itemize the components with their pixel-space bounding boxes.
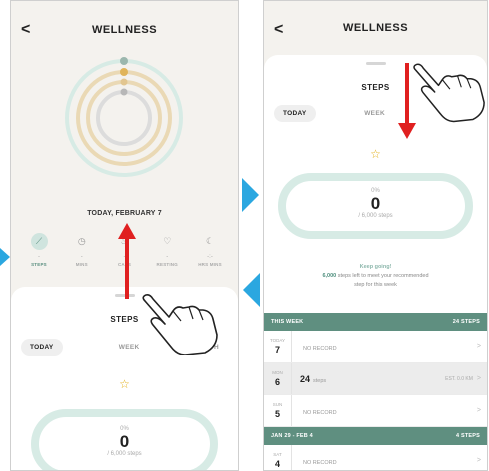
swipe-up-arrow	[118, 223, 136, 299]
sheet-drag-handle[interactable]	[365, 62, 386, 65]
steps-goal: / 6,000 steps	[107, 451, 142, 457]
metric-value: -	[38, 254, 40, 260]
row-value: NO RECORD	[292, 406, 473, 416]
section-total: 4 STEPS	[455, 433, 480, 439]
metric-steps[interactable]: ⟋ - STEPS	[19, 233, 59, 267]
row-note: NO RECORD	[303, 345, 337, 352]
shoe-icon: ⟋	[30, 233, 48, 250]
back-button[interactable]: <	[21, 21, 30, 39]
steps-count: 0	[370, 194, 381, 213]
page-title: WELLNESS	[91, 24, 158, 36]
heart-icon: ♡	[163, 236, 172, 246]
chevron-right-icon: >	[476, 457, 481, 464]
metric-sleep[interactable]: ☾ -:- HRS MINS	[190, 233, 230, 267]
metric-resting[interactable]: ♡ - RESTING	[147, 233, 187, 267]
date-label: TODAY, FEBRUARY 7	[87, 210, 162, 217]
day-number: 6	[274, 377, 280, 387]
day-name: SAT	[273, 452, 282, 457]
distance-estimate: EST. 0.0 KM	[445, 375, 473, 382]
list-item[interactable]: TODAY 7 NO RECORD >	[264, 331, 487, 363]
tab-today[interactable]: TODAY	[274, 105, 316, 122]
tab-today[interactable]: TODAY	[21, 339, 63, 356]
encouragement-text: Keep going! 6,000 steps left to meet you…	[278, 263, 473, 290]
section-header-prev-week: JAN 29 - FEB 4 4 STEPS	[264, 427, 487, 445]
left-phone-screen: < WELLNESS TODAY, FEBRUARY 7 ⟋ - STEPS ◷…	[10, 0, 239, 471]
moon-icon	[120, 88, 128, 96]
shoe-icon	[120, 57, 128, 65]
row-note: NO RECORD	[303, 459, 337, 466]
section-name: THIS WEEK	[271, 319, 304, 325]
back-button[interactable]: <	[274, 21, 283, 39]
steps-ring	[65, 59, 183, 177]
day-name: SUN	[272, 402, 283, 407]
encouragement-line-1: steps left to meet your recommended	[337, 273, 429, 279]
list-item[interactable]: SUN 5 NO RECORD >	[264, 395, 487, 427]
top-bar: < WELLNESS	[264, 1, 487, 55]
day-cell: MON 6	[264, 363, 292, 394]
page-title: WELLNESS	[342, 22, 409, 34]
encouragement-line-2: step for this week	[354, 282, 397, 288]
hand-pointer-icon	[413, 63, 485, 123]
list-item[interactable]: MON 6 24 steps EST. 0.0 KM >	[264, 363, 487, 395]
previous-step-indicator	[243, 273, 260, 307]
moon-icon: ☾	[205, 236, 215, 246]
day-number: 4	[274, 459, 280, 469]
clock-icon	[120, 68, 128, 76]
section-header-this-week: THIS WEEK 24 STEPS	[264, 313, 487, 331]
steps-pointer-indicator	[0, 248, 10, 266]
metric-mins[interactable]: ◷ - MINS	[62, 233, 102, 267]
clock-icon: ◷	[77, 236, 86, 246]
steps-progress-pill: 0% 0 / 6,000 steps	[31, 409, 218, 470]
day-name: MON	[272, 370, 283, 375]
sleep-ring	[96, 90, 152, 146]
section-name: JAN 29 - FEB 4	[271, 433, 313, 439]
metric-value: -	[166, 254, 169, 260]
row-value: NO RECORD	[292, 342, 473, 352]
day-name: TODAY	[269, 338, 286, 343]
row-note: NO RECORD	[303, 409, 337, 416]
chevron-right-icon: >	[476, 407, 481, 414]
steps-count: 0	[119, 432, 130, 451]
metric-label: RESTING	[156, 262, 178, 267]
history-list: THIS WEEK 24 STEPS TODAY 7 NO RECORD > M…	[264, 313, 487, 470]
list-item[interactable]: SAT 4 NO RECORD >	[264, 445, 487, 470]
metric-label: STEPS	[31, 262, 47, 267]
row-note: steps	[313, 377, 327, 384]
activity-rings	[65, 57, 183, 177]
star-icon: ☆	[119, 377, 130, 391]
metric-value: -:-	[207, 254, 213, 260]
day-cell: TODAY 7	[264, 331, 292, 362]
day-cell: SUN 5	[264, 395, 292, 426]
day-number: 5	[274, 409, 280, 419]
wellness-tutorial-stage: < WELLNESS TODAY, FEBRUARY 7 ⟋ - STEPS ◷…	[0, 0, 489, 471]
tab-week[interactable]: WEEK	[355, 105, 394, 122]
next-step-indicator	[242, 178, 259, 212]
section-total: 24 STEPS	[452, 319, 480, 325]
chevron-right-icon: >	[476, 343, 481, 350]
right-phone-screen: < WELLNESS STEPS TODAY WEEK MONTH ☆ 0% 0…	[263, 0, 488, 471]
steps-progress-pill: 0% 0 / 6,000 steps	[278, 173, 473, 239]
metric-label: MINS	[75, 262, 88, 267]
metric-label: HRS MINS	[198, 262, 222, 267]
steps-goal: / 6,000 steps	[358, 213, 393, 219]
hand-pointer-icon	[142, 294, 218, 355]
row-value: NO RECORD	[292, 456, 473, 466]
encouragement-heading: Keep going!	[359, 264, 392, 270]
steps-value: 24	[300, 373, 311, 384]
remaining-steps: 6,000	[322, 273, 337, 279]
chevron-right-icon: >	[476, 375, 481, 382]
flame-icon	[120, 78, 128, 86]
star-icon: ☆	[370, 147, 381, 161]
day-number: 7	[274, 345, 280, 355]
row-value: 24 steps	[292, 374, 445, 384]
minutes-ring	[76, 70, 172, 166]
metric-value: -	[80, 254, 83, 260]
day-cell: SAT 4	[264, 445, 292, 470]
top-bar: < WELLNESS	[11, 1, 238, 59]
